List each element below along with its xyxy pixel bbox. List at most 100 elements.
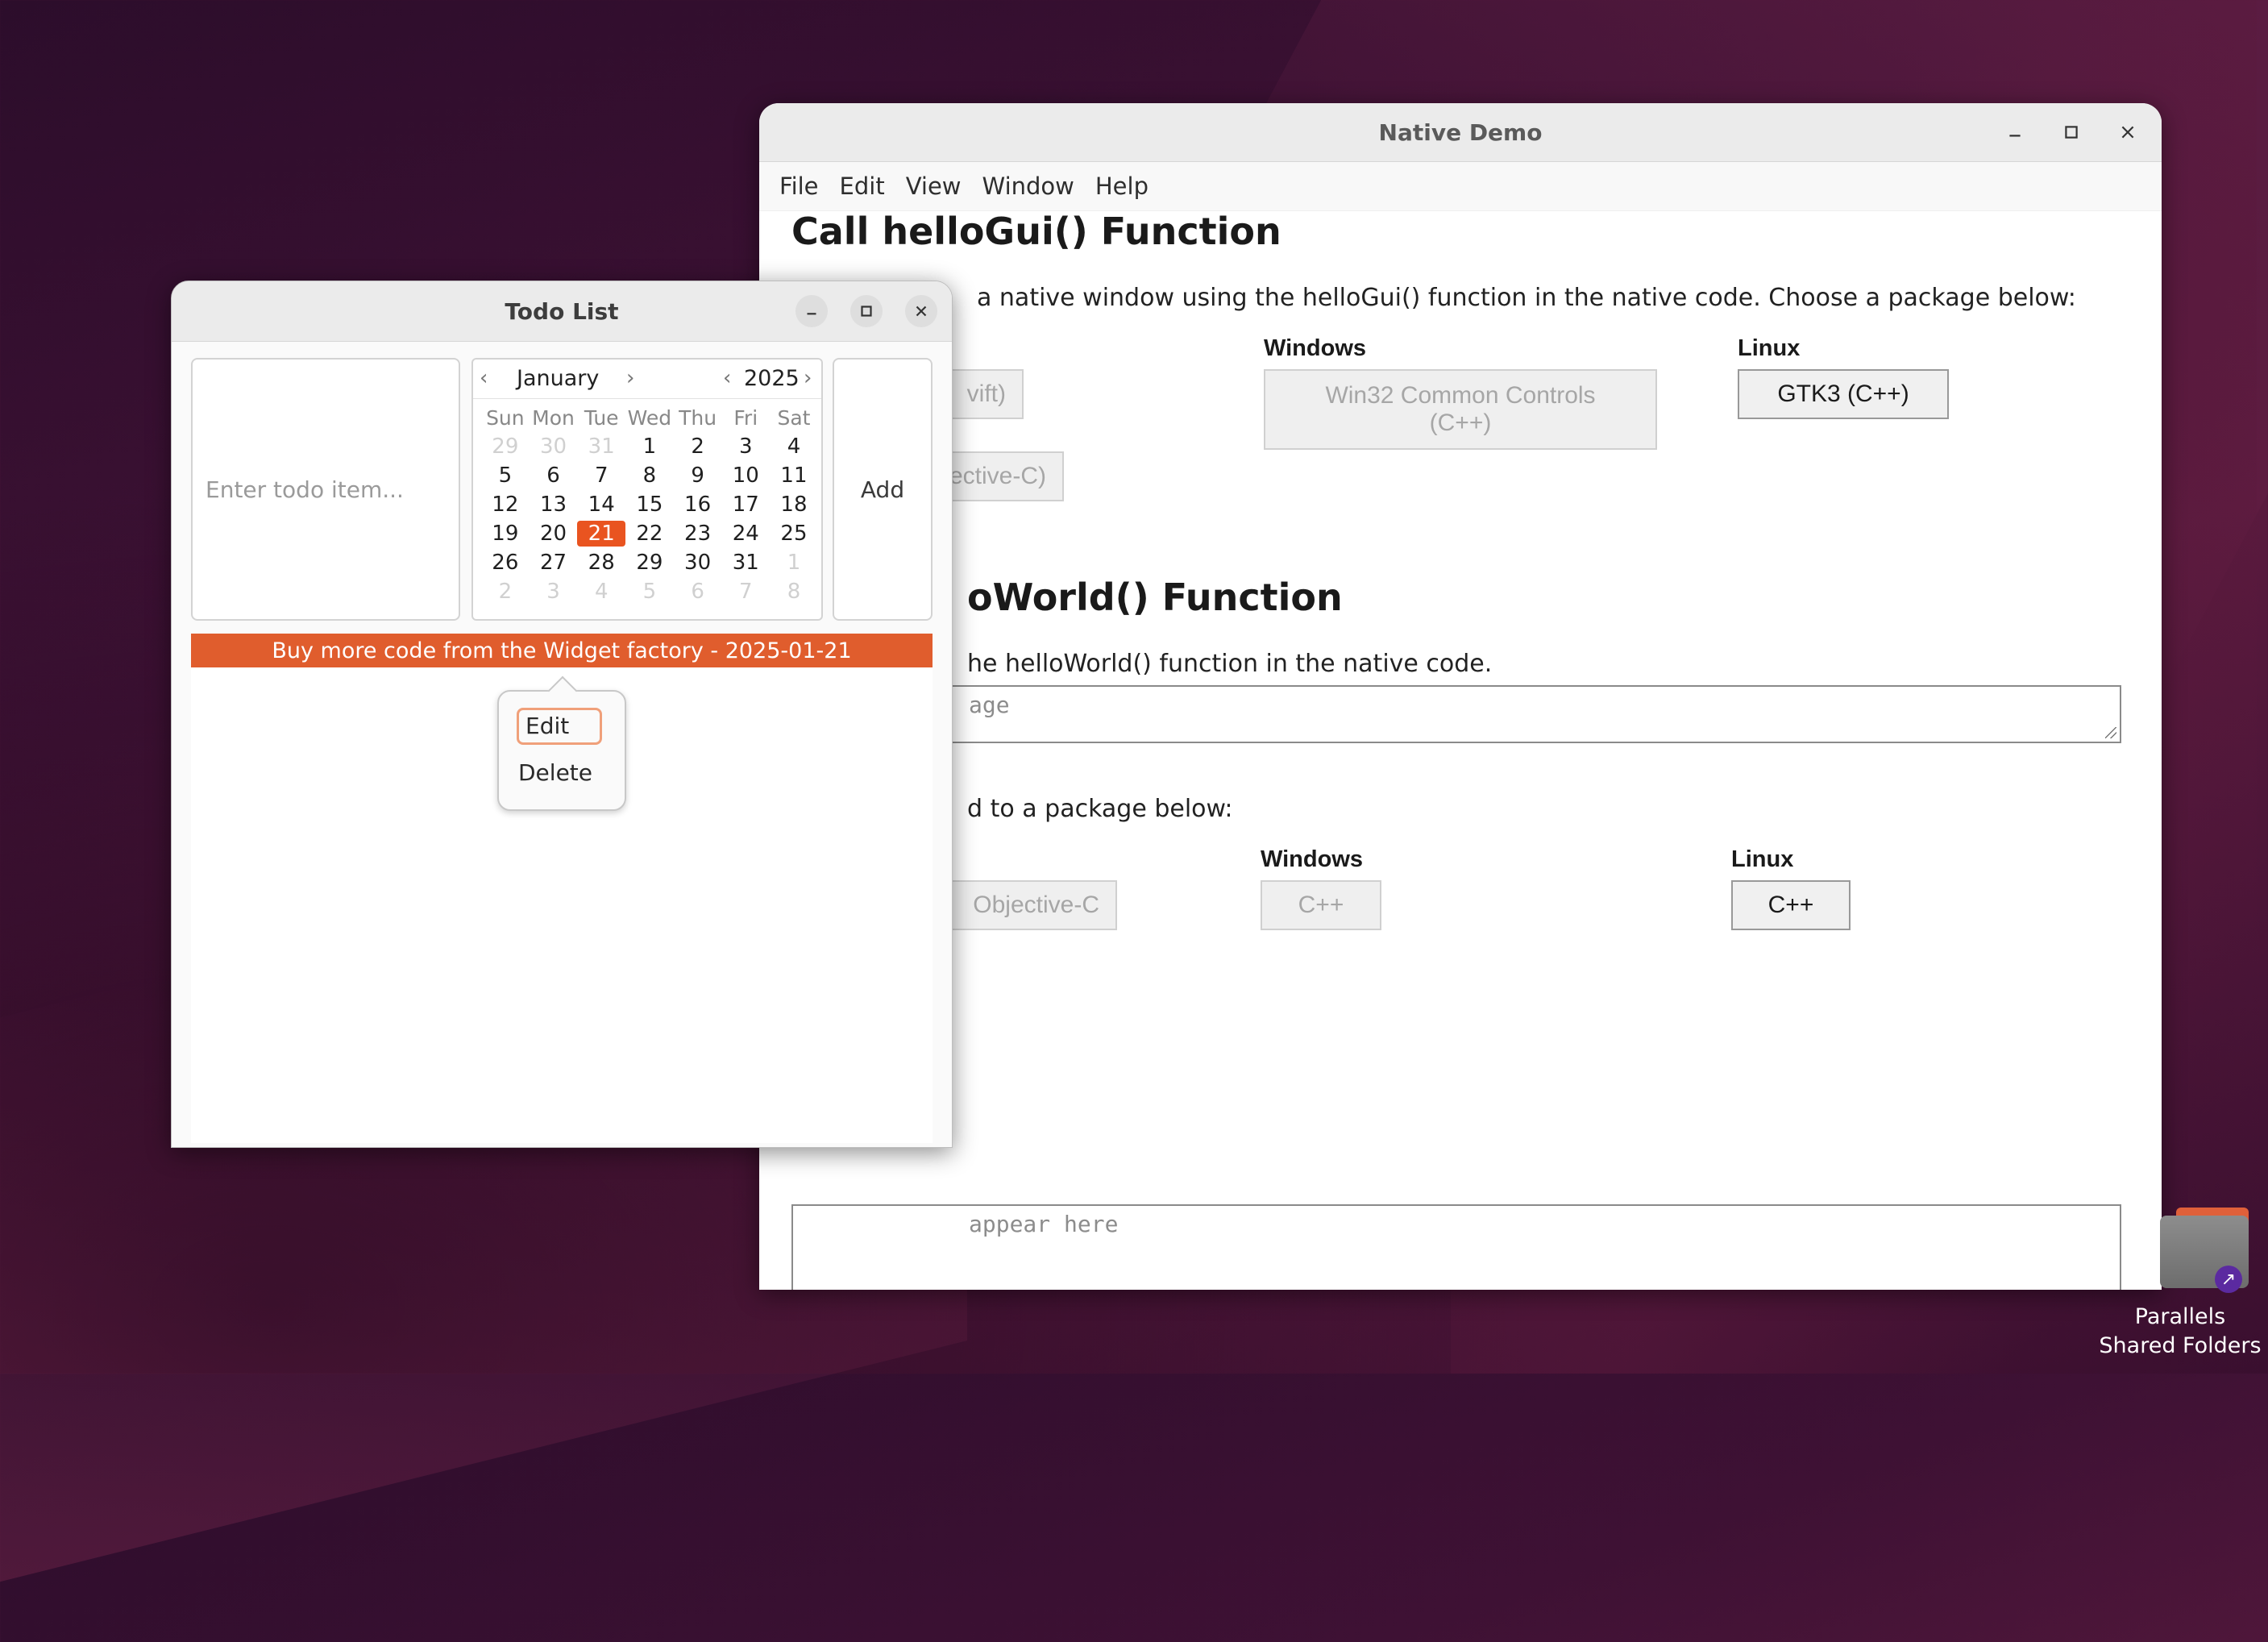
calendar-day[interactable]: 27	[530, 551, 578, 575]
menu-file[interactable]: File	[769, 173, 829, 200]
maximize-button[interactable]	[2055, 116, 2087, 148]
calendar-day-selected[interactable]: 21	[577, 521, 626, 547]
prev-month-icon[interactable]: ‹	[480, 366, 488, 390]
calendar-day[interactable]: 3	[530, 580, 578, 604]
linux-label-2: Linux	[1731, 846, 1794, 872]
calendar-day[interactable]: 19	[481, 522, 530, 546]
calendar-day[interactable]: 22	[625, 522, 674, 546]
windows-label: Windows	[1264, 335, 1367, 361]
gtk3-button[interactable]: GTK3 (C++)	[1738, 369, 1949, 419]
calendar-weekday-row: Sun Mon Tue Wed Thu Fri Sat	[481, 403, 818, 432]
section-description-helloworld: he helloWorld() function in the native c…	[967, 650, 1493, 678]
desktop-icon-label: Parallels Shared Folders	[2099, 1304, 2262, 1358]
minimize-icon	[2009, 135, 2021, 137]
calendar-grid: Sun Mon Tue Wed Thu Fri Sat 29 30 31 1 2 3 4 5 6 7 8 9 10 11…	[481, 403, 818, 606]
section-heading-hellogui: Call helloGui() Function	[791, 210, 1281, 253]
calendar-day[interactable]: 8	[770, 580, 818, 604]
maximize-icon	[2065, 126, 2078, 139]
calendar-day[interactable]: 16	[674, 493, 722, 517]
calendar-day[interactable]: 3	[721, 434, 770, 459]
calendar-day[interactable]: 15	[625, 493, 674, 517]
calendar-day[interactable]: 30	[674, 551, 722, 575]
todo-item[interactable]: Buy more code from the Widget factory - …	[191, 634, 933, 667]
minimize-button[interactable]	[1999, 116, 2031, 148]
menu-edit[interactable]: Edit	[829, 173, 895, 200]
maximize-icon	[861, 306, 872, 317]
calendar-day[interactable]: 24	[721, 522, 770, 546]
parallels-shared-folders-icon[interactable]: ↗ Parallels Shared Folders	[2096, 1199, 2265, 1369]
todo-titlebar[interactable]: Todo List	[172, 281, 952, 342]
weekday-label: Thu	[679, 405, 717, 430]
weekday-label: Sat	[777, 405, 811, 430]
native-demo-content: Call helloGui() Function a native window…	[791, 210, 2129, 1290]
message-placeholder: age	[969, 692, 1010, 718]
calendar-day[interactable]: 20	[530, 522, 578, 546]
calendar-day[interactable]: 5	[481, 464, 530, 488]
send-instruction: d to a package below:	[967, 795, 1233, 823]
calendar-day[interactable]: 30	[530, 434, 578, 459]
calendar-day[interactable]: 8	[625, 464, 674, 488]
todo-input[interactable]: Enter todo item...	[191, 358, 460, 621]
weekday-label: Fri	[733, 405, 758, 430]
calendar-day[interactable]: 4	[577, 580, 625, 604]
minimize-button[interactable]	[795, 295, 828, 327]
windows-label-2: Windows	[1261, 846, 1364, 872]
calendar-day[interactable]: 26	[481, 551, 530, 575]
menu-view[interactable]: View	[895, 173, 972, 200]
calendar-day[interactable]: 23	[674, 522, 722, 546]
maximize-button[interactable]	[850, 295, 883, 327]
calendar-day[interactable]: 28	[577, 551, 625, 575]
calendar-day[interactable]: 25	[770, 522, 818, 546]
close-button[interactable]	[905, 295, 937, 327]
window-title: Native Demo	[1378, 118, 1543, 146]
calendar-day[interactable]: 10	[721, 464, 770, 488]
delete-menu-item[interactable]: Delete	[518, 759, 592, 786]
message-input[interactable]: age	[791, 685, 2121, 743]
calendar-day[interactable]: 6	[530, 464, 578, 488]
add-button[interactable]: Add	[833, 358, 933, 621]
calendar-day[interactable]: 1	[770, 551, 818, 575]
calendar-week-row: 26 27 28 29 30 31 1	[481, 548, 818, 577]
close-button[interactable]	[2112, 116, 2144, 148]
calendar-week-row: 29 30 31 1 2 3 4	[481, 432, 818, 461]
next-month-icon[interactable]: ›	[626, 366, 634, 390]
prev-year-icon[interactable]: ‹	[723, 366, 731, 390]
calendar-day[interactable]: 7	[577, 464, 625, 488]
edit-menu-item[interactable]: Edit	[517, 708, 602, 745]
linux-cpp-button[interactable]: C++	[1731, 880, 1851, 930]
calendar-day[interactable]: 9	[674, 464, 722, 488]
calendar-day[interactable]: 12	[481, 493, 530, 517]
calendar-day[interactable]: 11	[770, 464, 818, 488]
calendar-day[interactable]: 2	[481, 580, 530, 604]
calendar-day[interactable]: 18	[770, 493, 818, 517]
menu-window[interactable]: Window	[972, 173, 1085, 200]
native-demo-titlebar[interactable]: Native Demo	[759, 103, 2162, 162]
calendar-week-row: 5 6 7 8 9 10 11	[481, 461, 818, 490]
link-arrow-icon: ↗	[2215, 1266, 2242, 1293]
weekday-label: Tue	[584, 405, 619, 430]
next-year-icon[interactable]: ›	[804, 366, 812, 390]
calendar-day[interactable]: 4	[770, 434, 818, 459]
menu-help[interactable]: Help	[1085, 173, 1159, 200]
calendar-day[interactable]: 31	[577, 434, 625, 459]
output-placeholder: appear here	[969, 1211, 1119, 1237]
calendar-day[interactable]: 1	[625, 434, 674, 459]
calendar-day[interactable]: 5	[625, 580, 674, 604]
todo-list-window: Todo List Enter todo item... ‹ January ›…	[171, 281, 953, 1148]
section-description-hellogui: a native window using the helloGui() fun…	[977, 284, 2076, 312]
calendar-day[interactable]: 29	[481, 434, 530, 459]
calendar-day[interactable]: 13	[530, 493, 578, 517]
win32-common-controls-button[interactable]: Win32 Common Controls (C++)	[1264, 369, 1657, 450]
calendar-day[interactable]: 6	[674, 580, 722, 604]
output-area[interactable]: appear here	[791, 1204, 2121, 1290]
windows-cpp-button[interactable]: C++	[1261, 880, 1381, 930]
calendar-day[interactable]: 29	[625, 551, 674, 575]
calendar-day[interactable]: 14	[577, 493, 625, 517]
calendar-day[interactable]: 2	[674, 434, 722, 459]
resize-grip[interactable]	[2105, 727, 2116, 738]
native-demo-window: Native Demo File Edit View Window Help C…	[759, 103, 2162, 1290]
calendar-day[interactable]: 31	[721, 551, 770, 575]
calendar-day[interactable]: 17	[721, 493, 770, 517]
calendar-day[interactable]: 7	[721, 580, 770, 604]
calendar-header: ‹ January › ‹ 2025 ›	[473, 360, 821, 399]
